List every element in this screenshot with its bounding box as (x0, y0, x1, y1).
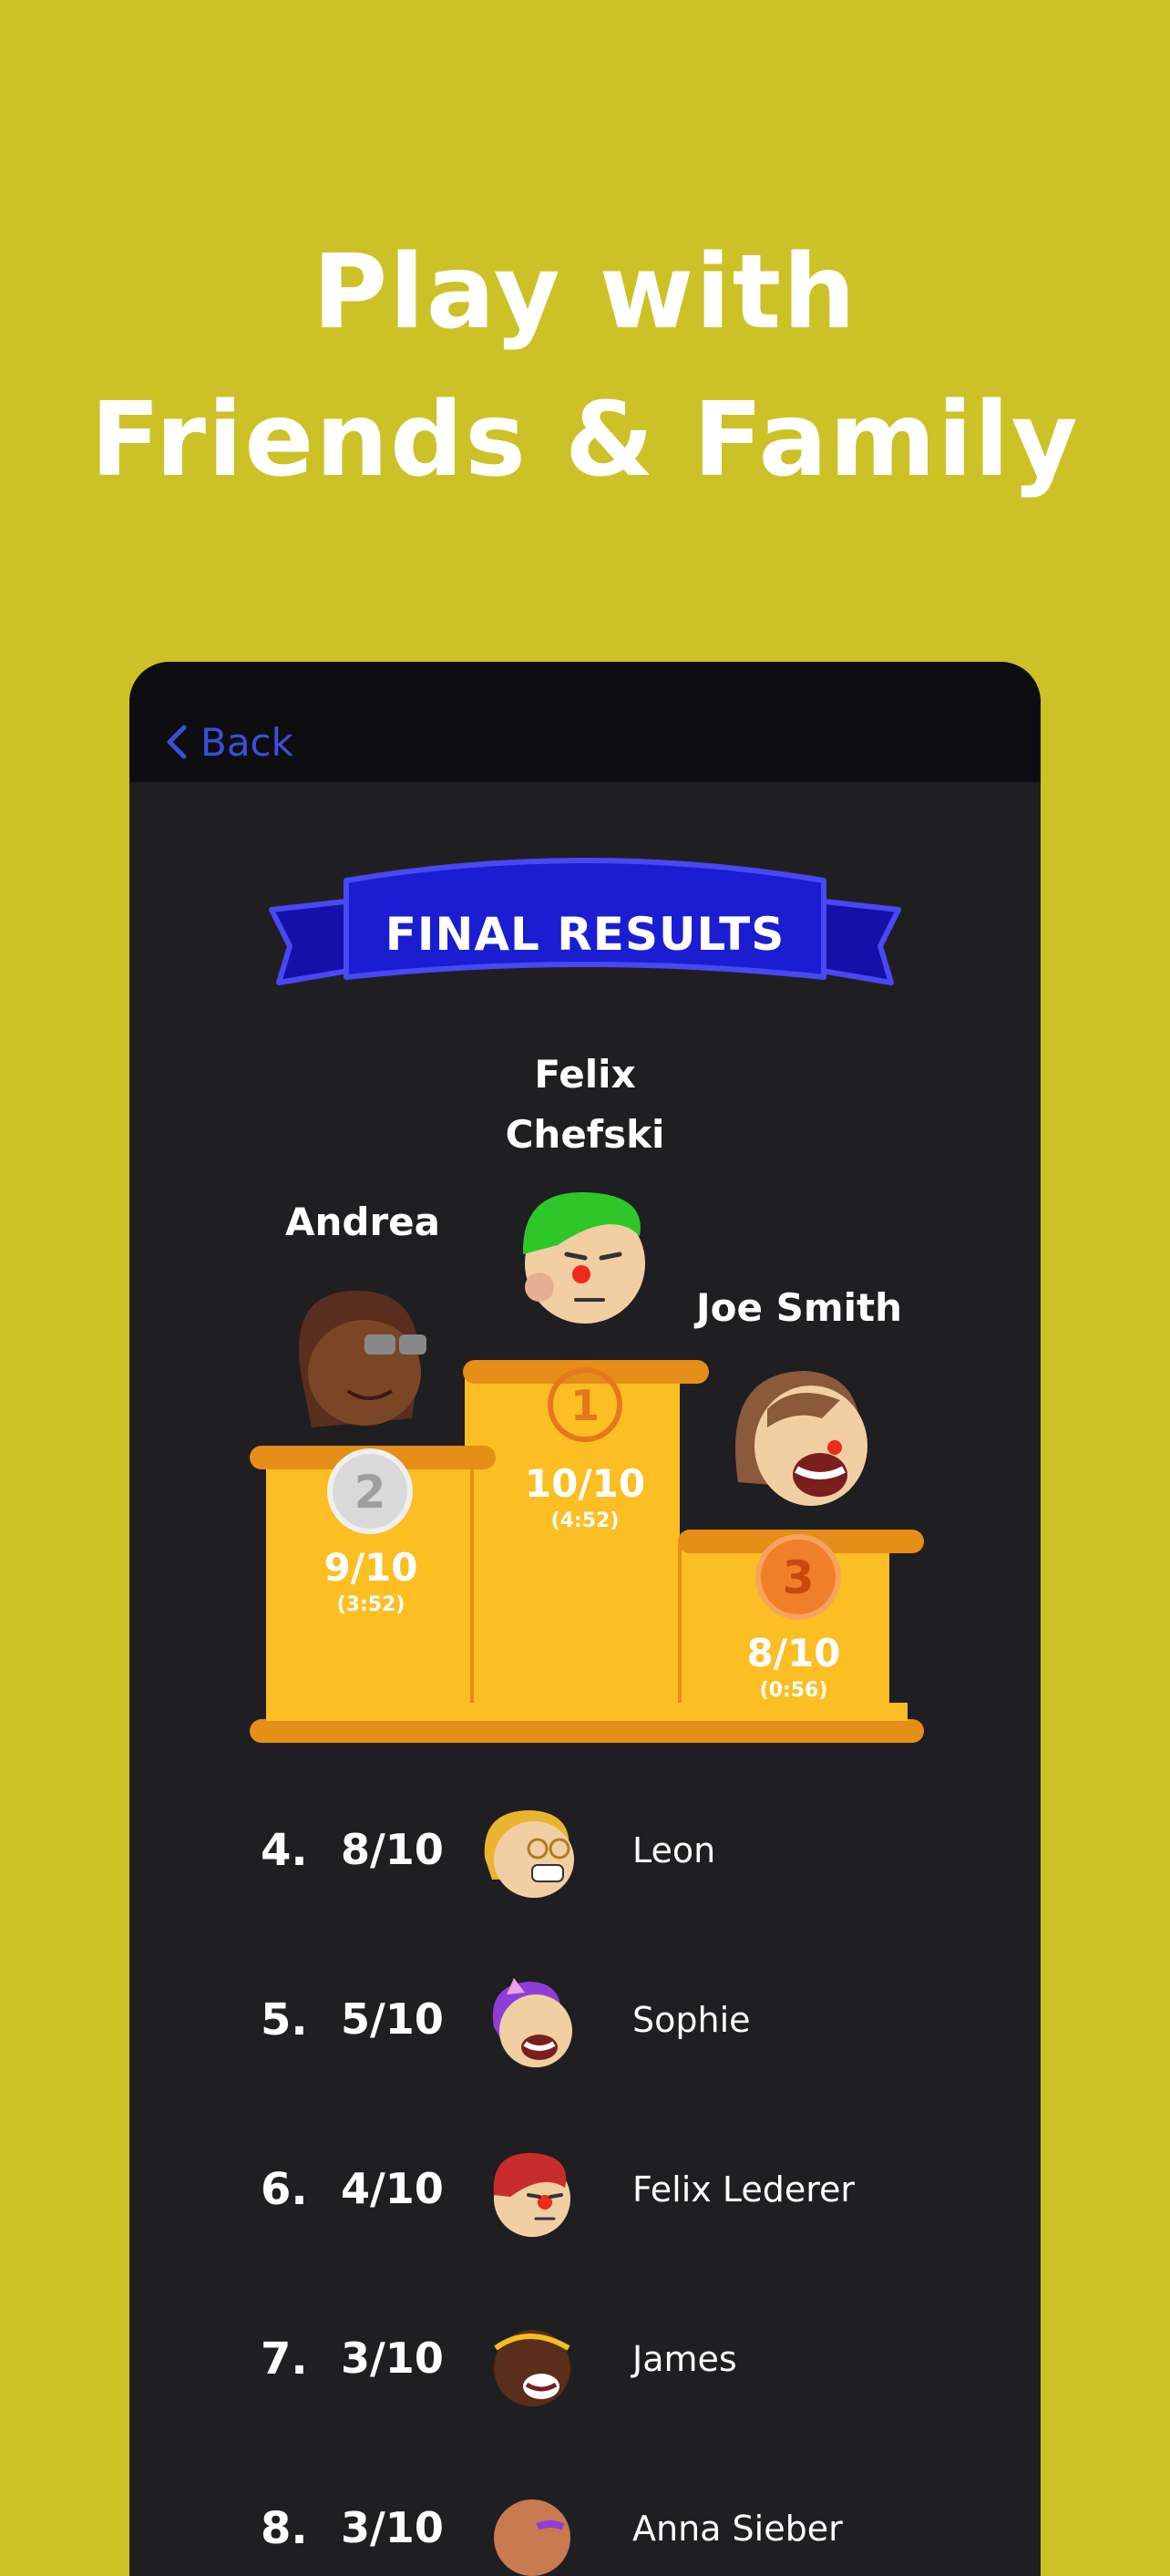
headline-line-1: Play with (313, 233, 857, 352)
rank-score: 5/10 (341, 1994, 444, 2044)
rank-number: 4. (261, 1825, 308, 1876)
rank-number: 6. (261, 2164, 308, 2215)
player-name: Leon (632, 1830, 716, 1870)
first-place-score: 10/10 (4:52) (467, 1460, 703, 1535)
ranking-row: 6. 4/10 Felix Lederer (129, 2137, 1041, 2246)
podium-base (250, 1719, 924, 1743)
rank-number: 5. (261, 1994, 308, 2045)
player-avatar (493, 2152, 570, 2237)
rank-score: 4/10 (341, 2164, 444, 2213)
rank-number: 7. (261, 2334, 308, 2385)
ranking-row: 8. 3/10 Anna Sieber (129, 2476, 1041, 2576)
phone-screen: Back FINAL RESULTS Felix Chefski Andrea … (129, 662, 1041, 2576)
third-place-score-value: 8/10 (746, 1631, 841, 1675)
player-avatar (484, 1810, 574, 1898)
player-name: James (632, 2339, 737, 2379)
headline-line-2: Friends & Family (90, 381, 1080, 500)
first-place-score-value: 10/10 (524, 1461, 646, 1506)
headline: Play with Friends & Family (0, 219, 1170, 514)
rank-score: 3/10 (341, 2334, 444, 2383)
first-place-time: (4:52) (550, 1510, 620, 1532)
player-name: Felix Lederer (632, 2169, 856, 2210)
second-place-score-value: 9/10 (323, 1545, 418, 1590)
rank-score: 8/10 (341, 1825, 444, 1874)
player-avatar (494, 2499, 570, 2576)
gold-medal-number: 1 (570, 1381, 600, 1430)
rank-score: 3/10 (341, 2503, 444, 2552)
player-avatar (492, 1978, 572, 2067)
player-avatar (494, 2330, 570, 2406)
silver-medal-number: 2 (354, 1466, 386, 1519)
third-place-score: 8/10 (0:56) (680, 1630, 908, 1705)
ranking-row: 7. 3/10 James (129, 2306, 1041, 2416)
second-place-avatar (299, 1291, 426, 1427)
player-name: Anna Sieber (632, 2509, 843, 2549)
ranking-row: 4. 8/10 Leon (129, 1798, 1041, 1907)
ranking-row: 5. 5/10 Sophie (129, 1967, 1041, 2076)
third-place-avatar (735, 1371, 867, 1506)
bronze-medal-number: 3 (783, 1551, 815, 1604)
first-place-avatar (522, 1191, 645, 1324)
second-place-score: 9/10 (3:52) (257, 1544, 485, 1619)
player-name: Sophie (632, 2000, 751, 2040)
rank-number: 8. (261, 2503, 308, 2554)
third-place-time: (0:56) (759, 1679, 828, 1702)
second-place-time: (3:52) (336, 1593, 405, 1616)
